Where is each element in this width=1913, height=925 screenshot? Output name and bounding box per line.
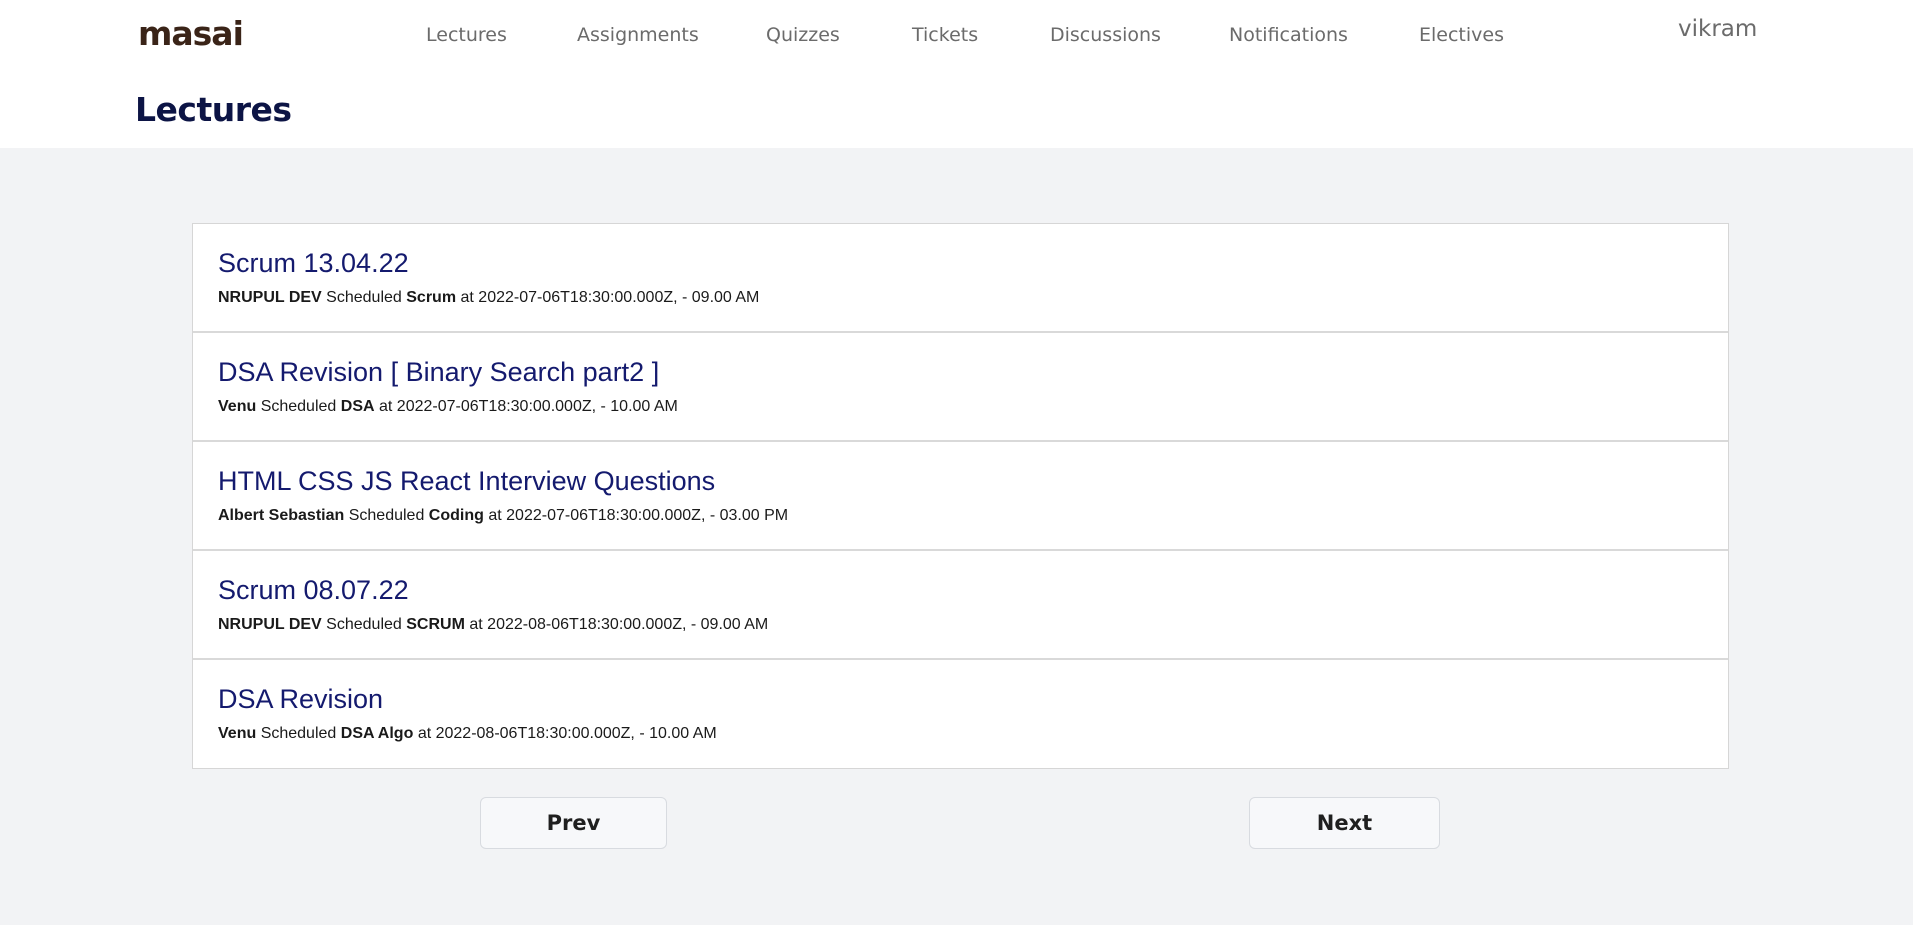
- lecture-title[interactable]: DSA Revision: [218, 684, 383, 715]
- lecture-list: Scrum 13.04.22 NRUPUL DEV Scheduled Scru…: [192, 223, 1729, 769]
- lecture-instructor: Albert Sebastian: [218, 507, 345, 524]
- lecture-category: DSA: [340, 398, 375, 415]
- lecture-meta: Venu Scheduled DSA at 2022-07-06T18:30:0…: [218, 398, 678, 416]
- lecture-title[interactable]: DSA Revision [ Binary Search part2 ]: [218, 357, 659, 388]
- scheduled-text: Scheduled: [326, 289, 402, 306]
- lecture-instructor: NRUPUL DEV: [218, 289, 322, 306]
- at-text: at: [379, 398, 393, 415]
- scheduled-text: Scheduled: [326, 616, 402, 633]
- next-button[interactable]: Next: [1249, 797, 1440, 849]
- lecture-meta: NRUPUL DEV Scheduled Scrum at 2022-07-06…: [218, 289, 759, 307]
- lecture-instructor: NRUPUL DEV: [218, 616, 322, 633]
- lecture-meta: Venu Scheduled DSA Algo at 2022-08-06T18…: [218, 725, 717, 743]
- lecture-meta: NRUPUL DEV Scheduled SCRUM at 2022-08-06…: [218, 616, 768, 634]
- lecture-instructor: Venu: [218, 398, 257, 415]
- scheduled-text: Scheduled: [260, 725, 337, 742]
- lecture-timestamp: 2022-07-06T18:30:00.000Z, - 09.00 AM: [478, 289, 760, 306]
- lecture-category: Scrum: [406, 289, 457, 306]
- user-name[interactable]: vikram: [1678, 16, 1757, 42]
- top-header: masai Lectures Assignments Quizzes Ticke…: [0, 0, 1913, 148]
- lecture-timestamp: 2022-08-06T18:30:00.000Z, - 10.00 AM: [435, 725, 717, 742]
- nav-assignments[interactable]: Assignments: [577, 24, 699, 46]
- masai-logo[interactable]: masai: [138, 14, 244, 53]
- lecture-meta: Albert Sebastian Scheduled Coding at 202…: [218, 507, 788, 525]
- nav-quizzes[interactable]: Quizzes: [766, 24, 840, 46]
- at-text: at: [488, 507, 502, 524]
- nav-notifications[interactable]: Notifications: [1229, 24, 1348, 46]
- lecture-card[interactable]: Scrum 08.07.22 NRUPUL DEV Scheduled SCRU…: [193, 551, 1728, 660]
- lecture-title[interactable]: HTML CSS JS React Interview Questions: [218, 466, 715, 497]
- prev-button[interactable]: Prev: [480, 797, 667, 849]
- page-title: Lectures: [135, 90, 292, 129]
- lecture-timestamp: 2022-07-06T18:30:00.000Z, - 03.00 PM: [506, 507, 789, 524]
- at-text: at: [469, 616, 483, 633]
- lecture-title[interactable]: Scrum 08.07.22: [218, 575, 409, 606]
- lecture-card[interactable]: Scrum 13.04.22 NRUPUL DEV Scheduled Scru…: [193, 224, 1728, 333]
- lecture-instructor: Venu: [218, 725, 257, 742]
- lecture-category: SCRUM: [406, 616, 465, 633]
- lecture-card[interactable]: DSA Revision [ Binary Search part2 ] Ven…: [193, 333, 1728, 442]
- lecture-title[interactable]: Scrum 13.04.22: [218, 248, 409, 279]
- logo-text: masai: [138, 14, 244, 53]
- lecture-card[interactable]: HTML CSS JS React Interview Questions Al…: [193, 442, 1728, 551]
- lecture-card[interactable]: DSA Revision Venu Scheduled DSA Algo at …: [193, 660, 1728, 768]
- lecture-category: Coding: [428, 507, 484, 524]
- nav-discussions[interactable]: Discussions: [1050, 24, 1161, 46]
- lecture-timestamp: 2022-07-06T18:30:00.000Z, - 10.00 AM: [396, 398, 678, 415]
- nav-electives[interactable]: Electives: [1419, 24, 1504, 46]
- lecture-category: DSA Algo: [340, 725, 414, 742]
- scheduled-text: Scheduled: [260, 398, 337, 415]
- nav-tickets[interactable]: Tickets: [912, 24, 978, 46]
- nav-lectures[interactable]: Lectures: [426, 24, 507, 46]
- at-text: at: [417, 725, 432, 742]
- lecture-timestamp: 2022-08-06T18:30:00.000Z, - 09.00 AM: [487, 616, 769, 633]
- scheduled-text: Scheduled: [348, 507, 425, 524]
- at-text: at: [460, 289, 474, 306]
